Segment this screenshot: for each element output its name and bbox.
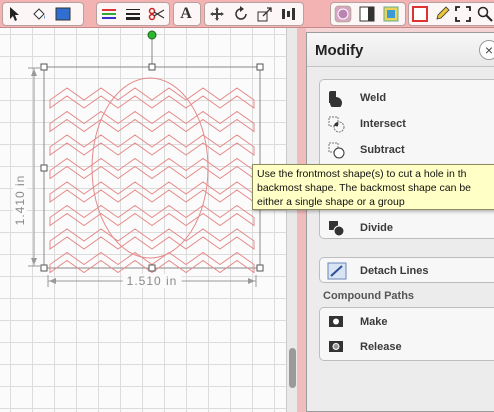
resize-handle[interactable] [40,164,48,172]
subtract-label: Subtract [360,144,405,156]
detach-lines-button[interactable]: Detach Lines [326,261,428,281]
main-toolbar: A [0,0,494,28]
align-icon[interactable] [277,3,301,25]
resize-handle[interactable] [256,63,264,71]
resize-handle[interactable] [40,264,48,272]
resize-handle[interactable] [148,63,156,71]
fit-page-icon[interactable] [453,3,475,25]
page-border-icon[interactable] [409,3,431,25]
modify-panel-title: Modify [315,42,364,59]
pencil-icon[interactable] [431,3,453,25]
line-color-icon[interactable] [97,3,121,25]
detach-lines-icon [326,261,348,281]
zoom-icon[interactable] [474,3,494,25]
subtract-icon [326,140,348,160]
rotate-handle[interactable] [147,30,157,40]
layers-icon[interactable] [355,3,379,25]
toolbar-group-misc [408,2,494,26]
pointer-arrow-icon[interactable] [3,3,27,25]
release-compound-label: Release [360,341,402,353]
zigzag-strip[interactable] [49,110,255,133]
make-compound-icon [326,312,348,332]
rotate-icon[interactable] [229,3,253,25]
make-compound-button[interactable]: Make [326,312,388,332]
toolbar-group-transform [204,2,304,26]
toolbar-group-lines [96,2,170,26]
intersect-button[interactable]: Intersect [326,114,406,134]
intersect-icon [326,114,348,134]
width-dimension-label: 1.510 in [122,274,182,288]
text-icon[interactable]: A [174,3,198,25]
tooltip-line: Use the frontmost shape(s) to cut a hole… [257,168,467,180]
design-canvas[interactable]: 1.410 in 1.510 in [0,28,286,412]
paint-bucket-icon[interactable] [27,3,51,25]
zigzag-strip[interactable] [49,204,255,227]
zigzag-strip[interactable] [49,87,255,109]
shape-operations-box: Weld Intersect Subtract Divide [319,79,494,239]
toolbar-group-panels [330,2,406,26]
compound-paths-title: Compound Paths [323,290,415,302]
fill-panel-icon[interactable] [379,3,403,25]
scissors-icon[interactable] [145,3,169,25]
compound-paths-box: Make Release [319,307,494,361]
canvas-vertical-scrollbar[interactable] [286,28,297,412]
zigzag-strip[interactable] [49,181,255,203]
tooltip-line: backmost shape. The backmost shape can b… [257,182,472,194]
toolbar-group-select [2,2,84,26]
resize-handles[interactable] [40,63,264,272]
modify-panel-header: Modify × [307,33,494,67]
resize-handle[interactable] [256,264,264,272]
height-dimension [28,67,40,267]
close-icon[interactable]: × [479,40,494,60]
make-compound-label: Make [360,316,388,328]
weld-icon [326,88,348,108]
weld-button[interactable]: Weld [326,88,386,108]
fill-color-icon[interactable] [51,3,75,25]
detach-lines-label: Detach Lines [360,265,429,277]
divide-icon [326,218,348,238]
line-style-icon[interactable] [121,3,145,25]
selection-bounding-box [43,66,261,269]
zigzag-strip[interactable] [49,157,255,180]
resize-handle[interactable] [148,264,156,272]
scale-icon[interactable] [253,3,277,25]
move-icon[interactable] [205,3,229,25]
divide-button[interactable]: Divide [326,218,393,238]
release-compound-button[interactable]: Release [326,337,402,357]
weld-label: Weld [360,92,387,104]
design-shape-group[interactable] [0,28,286,412]
scrollbar-thumb[interactable] [289,348,296,388]
intersect-label: Intersect [360,118,406,130]
subtract-button[interactable]: Subtract [326,140,405,160]
modify-panel: Modify × Weld Intersect Subtract Divide … [306,32,494,412]
release-compound-icon [326,337,348,357]
divide-label: Divide [360,222,394,234]
detach-lines-box: Detach Lines [319,257,494,283]
zigzag-shapes[interactable] [49,87,255,274]
toolbar-group-text: A [173,2,201,26]
zigzag-strip[interactable] [49,228,255,250]
subtract-tooltip: Use the frontmost shape(s) to cut a hole… [252,164,494,210]
modify-icon[interactable] [331,3,355,25]
tooltip-line: either a single shape or a group [257,196,405,208]
panel-splitter[interactable] [297,28,306,412]
height-dimension-label: 1.410 in [13,171,27,229]
resize-handle[interactable] [40,63,48,71]
zigzag-strip[interactable] [49,134,255,156]
